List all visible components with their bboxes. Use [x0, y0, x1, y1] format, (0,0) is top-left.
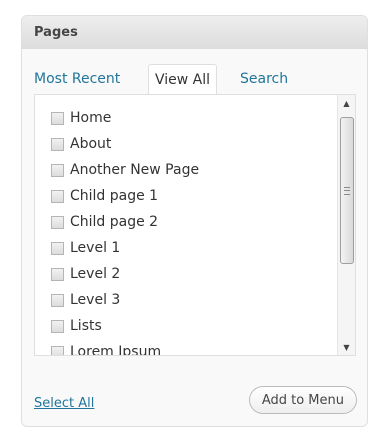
list-item[interactable]: Level 1 — [51, 235, 199, 261]
scroll-thumb[interactable] — [340, 117, 354, 264]
pages-panel: Pages Most Recent View All Search Home A… — [21, 15, 368, 427]
page-label: Level 2 — [70, 266, 121, 282]
vertical-scrollbar[interactable]: ▲ ▼ — [337, 95, 355, 355]
tab-bar: Most Recent View All Search — [22, 64, 367, 96]
page-label: Child page 2 — [70, 214, 159, 230]
list-item[interactable]: Lists — [51, 313, 199, 339]
page-checkbox[interactable] — [51, 345, 64, 355]
scroll-down-arrow-icon[interactable]: ▼ — [338, 339, 355, 355]
list-item[interactable]: Level 2 — [51, 261, 199, 287]
page-checkbox[interactable] — [51, 267, 64, 281]
page-checkbox[interactable] — [51, 293, 64, 307]
add-to-menu-button[interactable]: Add to Menu — [248, 386, 357, 414]
list-item[interactable]: Child page 1 — [51, 183, 199, 209]
pages-checklist: Home About Another New Page Child page 1… — [34, 94, 356, 356]
page-checkbox[interactable] — [51, 189, 64, 203]
page-label: About — [70, 136, 112, 152]
page-label: Another New Page — [70, 162, 200, 178]
page-checkbox[interactable] — [51, 111, 64, 125]
panel-header[interactable]: Pages — [22, 16, 367, 49]
page-list: Home About Another New Page Child page 1… — [51, 105, 199, 356]
list-item[interactable]: Lorem Ipsum — [51, 339, 199, 356]
select-all-link[interactable]: Select All — [34, 396, 94, 411]
list-item[interactable]: Another New Page — [51, 157, 199, 183]
page-checkbox[interactable] — [51, 215, 64, 229]
list-item[interactable]: Child page 2 — [51, 209, 199, 235]
tab-search[interactable]: Search — [240, 71, 288, 87]
list-item[interactable]: Home — [51, 105, 199, 131]
scroll-grip-icon — [344, 186, 350, 195]
list-item[interactable]: About — [51, 131, 199, 157]
page-label: Home — [70, 110, 112, 126]
page-label: Child page 1 — [70, 188, 159, 204]
page-label: Level 1 — [70, 240, 121, 256]
page-label: Level 3 — [70, 292, 121, 308]
page-label: Lists — [70, 318, 102, 334]
page-checkbox[interactable] — [51, 319, 64, 333]
tab-view-all[interactable]: View All — [148, 64, 218, 96]
scroll-up-arrow-icon[interactable]: ▲ — [338, 95, 355, 111]
page-label: Lorem Ipsum — [70, 344, 162, 356]
list-item[interactable]: Level 3 — [51, 287, 199, 313]
panel-title: Pages — [34, 24, 78, 40]
page-checkbox[interactable] — [51, 137, 64, 151]
page-checkbox[interactable] — [51, 241, 64, 255]
tab-most-recent[interactable]: Most Recent — [34, 71, 120, 87]
page-checkbox[interactable] — [51, 163, 64, 177]
